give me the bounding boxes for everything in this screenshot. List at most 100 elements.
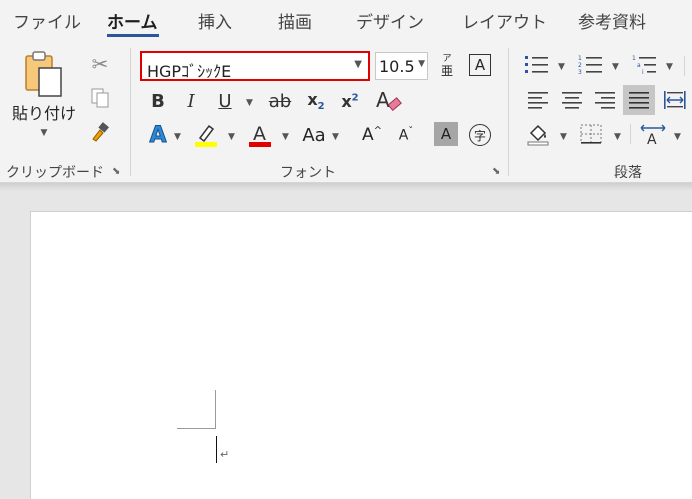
- tab-layout[interactable]: レイアウト: [462, 8, 547, 33]
- highlight-color-button[interactable]: [192, 120, 220, 150]
- clipboard-launcher-icon[interactable]: ⬊: [112, 166, 120, 177]
- character-border-icon: A: [469, 54, 491, 76]
- distributed-button[interactable]: [661, 86, 689, 114]
- superscript-icon: x2: [341, 91, 359, 111]
- shading-button[interactable]: [524, 120, 552, 148]
- shrink-font-icon: Aˇ: [398, 126, 414, 144]
- shrink-font-button[interactable]: Aˇ: [392, 122, 420, 148]
- text-cursor: [216, 436, 217, 463]
- cut-button[interactable]: ✂: [88, 52, 112, 76]
- font-name-combobox[interactable]: HGPｺﾞｼｯｸE ▼: [140, 51, 370, 81]
- font-size-value: 10.5: [379, 57, 415, 76]
- bold-button[interactable]: B: [145, 88, 171, 114]
- character-shading-button[interactable]: A: [434, 122, 458, 146]
- text-effects-button[interactable]: A: [144, 120, 172, 150]
- tab-design[interactable]: デザイン: [356, 8, 424, 33]
- subscript-button[interactable]: x2: [302, 88, 330, 114]
- superscript-button[interactable]: x2: [336, 88, 364, 114]
- clear-formatting-button[interactable]: A: [372, 86, 404, 116]
- grow-font-icon: A^: [361, 125, 383, 145]
- italic-button[interactable]: I: [178, 88, 204, 114]
- character-border-button[interactable]: A: [467, 52, 493, 78]
- align-left-button[interactable]: [524, 86, 552, 114]
- chevron-down-icon[interactable]: ▼: [246, 98, 253, 108]
- ribbon-tab-bar: ファイル ホーム 挿入 描画 デザイン レイアウト 参考資料: [0, 0, 692, 42]
- clear-formatting-icon: A: [376, 88, 402, 112]
- borders-button[interactable]: [576, 120, 606, 148]
- highlighter-icon: [195, 124, 217, 147]
- bullets-button[interactable]: [522, 52, 552, 78]
- change-case-button[interactable]: Aa: [298, 122, 330, 148]
- format-painter-icon: [92, 122, 109, 142]
- tab-insert[interactable]: 挿入: [198, 8, 232, 33]
- paste-button[interactable]: 貼り付け ▼: [8, 50, 80, 144]
- chevron-down-icon[interactable]: ▼: [174, 132, 181, 142]
- margin-crop-mark: [177, 428, 216, 429]
- copy-icon: [91, 88, 109, 108]
- group-separator: [130, 48, 131, 176]
- asian-layout-button[interactable]: A: [638, 120, 668, 148]
- justify-button[interactable]: [623, 85, 655, 115]
- numbering-button[interactable]: 1 2 3: [576, 52, 606, 78]
- align-right-button[interactable]: [591, 86, 619, 114]
- numbered-list-icon: 1 2 3: [578, 55, 602, 76]
- font-size-combobox[interactable]: 10.5 ▼: [375, 52, 428, 80]
- strikethrough-button[interactable]: ab: [265, 88, 295, 114]
- chevron-down-icon[interactable]: ▼: [228, 132, 235, 142]
- svg-text:1: 1: [578, 55, 582, 62]
- chevron-down-icon[interactable]: ▼: [614, 132, 621, 142]
- paint-bucket-icon: [527, 124, 549, 146]
- enclose-characters-button[interactable]: 字: [467, 122, 493, 148]
- chevron-down-icon: ▼: [40, 128, 48, 138]
- enclose-characters-icon: 字: [469, 124, 491, 146]
- svg-text:a: a: [637, 62, 641, 69]
- align-center-button[interactable]: [558, 86, 586, 114]
- chevron-down-icon[interactable]: ▼: [560, 132, 567, 142]
- tab-draw[interactable]: 描画: [278, 8, 312, 33]
- group-separator: [508, 48, 509, 176]
- svg-text:A: A: [376, 88, 390, 112]
- copy-button[interactable]: [88, 86, 112, 110]
- clipboard-group-label: クリップボード: [6, 165, 104, 181]
- button-separator: [630, 124, 631, 144]
- align-left-icon: [528, 92, 548, 109]
- character-shading-icon: A: [440, 125, 452, 143]
- paragraph-mark-icon: ↵: [220, 448, 230, 461]
- grow-font-button[interactable]: A^: [358, 122, 386, 148]
- chevron-down-icon[interactable]: ▼: [612, 62, 619, 72]
- phonetic-guide-top: ア: [442, 54, 452, 64]
- chevron-down-icon[interactable]: ▼: [558, 62, 565, 72]
- chevron-down-icon[interactable]: ▼: [674, 132, 681, 142]
- tab-home[interactable]: ホーム: [107, 8, 158, 33]
- underline-button[interactable]: U: [212, 88, 238, 114]
- chevron-down-icon[interactable]: ▼: [418, 59, 425, 69]
- subscript-icon: x2: [307, 89, 325, 113]
- chevron-down-icon[interactable]: ▼: [354, 59, 362, 70]
- multilevel-list-button[interactable]: 1 a i: [630, 52, 660, 78]
- paste-icon: [25, 51, 62, 97]
- align-right-icon: [595, 92, 615, 109]
- font-color-icon: A: [249, 123, 271, 147]
- tab-references[interactable]: 参考資料: [578, 8, 646, 33]
- svg-text:3: 3: [578, 69, 582, 76]
- bullet-list-icon: [525, 56, 548, 73]
- chevron-down-icon[interactable]: ▼: [666, 62, 673, 72]
- svg-text:1: 1: [632, 55, 636, 62]
- scissors-icon: ✂: [91, 52, 109, 76]
- format-painter-button[interactable]: [88, 120, 112, 144]
- text-effects-icon: A: [149, 122, 167, 148]
- svg-text:2: 2: [578, 62, 582, 69]
- phonetic-guide-button[interactable]: ア 亜: [434, 50, 460, 82]
- asian-layout-icon: A: [640, 124, 666, 146]
- ribbon: 貼り付け ▼ ✂ クリップボード ⬊ HGPｺﾞｼｯｸE ▼ 10.5 ▼ ア …: [0, 42, 692, 183]
- strikethrough-icon: ab: [268, 90, 292, 112]
- tab-file[interactable]: ファイル: [13, 8, 81, 33]
- align-center-icon: [562, 92, 582, 109]
- chevron-down-icon[interactable]: ▼: [282, 132, 289, 142]
- font-launcher-icon[interactable]: ⬊: [492, 166, 500, 177]
- chevron-down-icon[interactable]: ▼: [332, 132, 339, 142]
- svg-text:A: A: [647, 132, 657, 146]
- font-color-button[interactable]: A: [246, 120, 274, 150]
- document-page[interactable]: ↵: [30, 211, 692, 499]
- borders-icon: [580, 124, 602, 144]
